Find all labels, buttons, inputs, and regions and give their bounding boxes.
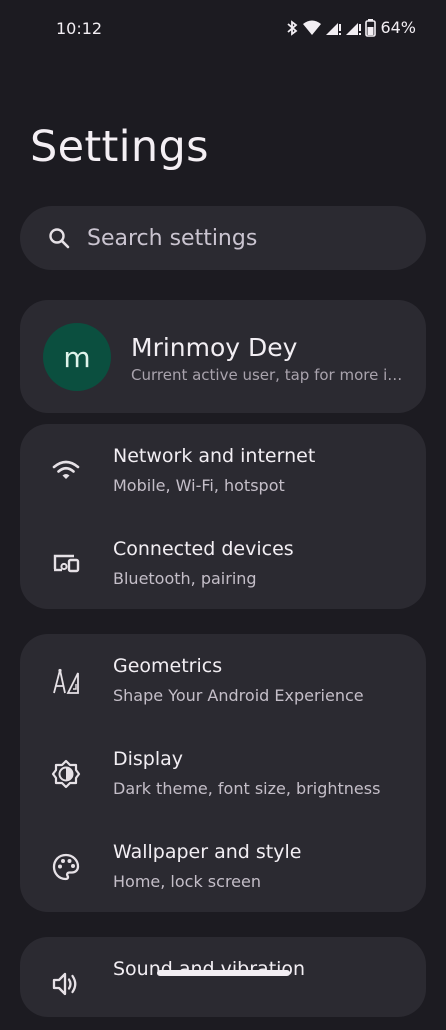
settings-group-appearance: Geometrics Shape Your Android Experience… xyxy=(20,634,426,912)
settings-item-display[interactable]: Display Dark theme, font size, brightnes… xyxy=(20,727,426,820)
settings-item-title: Display xyxy=(113,748,184,770)
settings-group-sound: Sound and vibration xyxy=(20,937,426,1017)
settings-item-subtitle: Shape Your Android Experience xyxy=(113,686,364,705)
signal-icon-2 xyxy=(345,20,362,36)
status-bar: 10:12 64% xyxy=(0,0,446,60)
settings-item-geometrics[interactable]: Geometrics Shape Your Android Experience xyxy=(20,634,426,727)
volume-icon xyxy=(50,968,82,1000)
settings-item-title: Network and internet xyxy=(113,445,316,467)
user-name: Mrinmoy Dey xyxy=(131,333,298,362)
search-placeholder: Search settings xyxy=(87,225,258,251)
signal-icon xyxy=(325,20,342,36)
user-card[interactable]: m Mrinmoy Dey Current active user, tap f… xyxy=(20,300,426,413)
settings-item-network[interactable]: Network and internet Mobile, Wi-Fi, hots… xyxy=(20,424,426,517)
search-bar[interactable]: Search settings xyxy=(20,206,426,270)
settings-item-title: Sound and vibration xyxy=(113,958,306,980)
settings-item-sound[interactable]: Sound and vibration xyxy=(20,937,426,1030)
palette-icon xyxy=(50,851,82,883)
settings-item-title: Geometrics xyxy=(113,655,223,677)
page-title: Settings xyxy=(30,122,209,172)
settings-item-subtitle: Home, lock screen xyxy=(113,872,261,891)
avatar: m xyxy=(43,323,111,391)
settings-item-wallpaper[interactable]: Wallpaper and style Home, lock screen xyxy=(20,820,426,913)
user-subtitle: Current active user, tap for more inf... xyxy=(131,366,406,384)
settings-item-title: Wallpaper and style xyxy=(113,841,302,863)
battery-percent: 64% xyxy=(380,18,416,37)
settings-item-subtitle: Bluetooth, pairing xyxy=(113,569,257,588)
settings-item-title: Connected devices xyxy=(113,538,294,560)
settings-item-subtitle: Mobile, Wi-Fi, hotspot xyxy=(113,476,285,495)
wifi-status-icon xyxy=(303,20,322,36)
geometry-tools-icon xyxy=(50,666,82,698)
settings-item-connected-devices[interactable]: Connected devices Bluetooth, pairing xyxy=(20,517,426,610)
status-time: 10:12 xyxy=(56,19,103,38)
status-icons: 64% xyxy=(285,18,416,37)
connected-devices-icon xyxy=(50,547,82,579)
brightness-icon xyxy=(50,758,82,790)
wifi-icon xyxy=(50,454,82,486)
search-icon xyxy=(47,226,71,250)
bluetooth-icon xyxy=(285,19,299,37)
battery-icon xyxy=(365,18,377,37)
settings-group-connectivity: Network and internet Mobile, Wi-Fi, hots… xyxy=(20,424,426,609)
settings-item-subtitle: Dark theme, font size, brightness xyxy=(113,779,381,798)
gesture-navigation-bar[interactable] xyxy=(157,970,290,976)
